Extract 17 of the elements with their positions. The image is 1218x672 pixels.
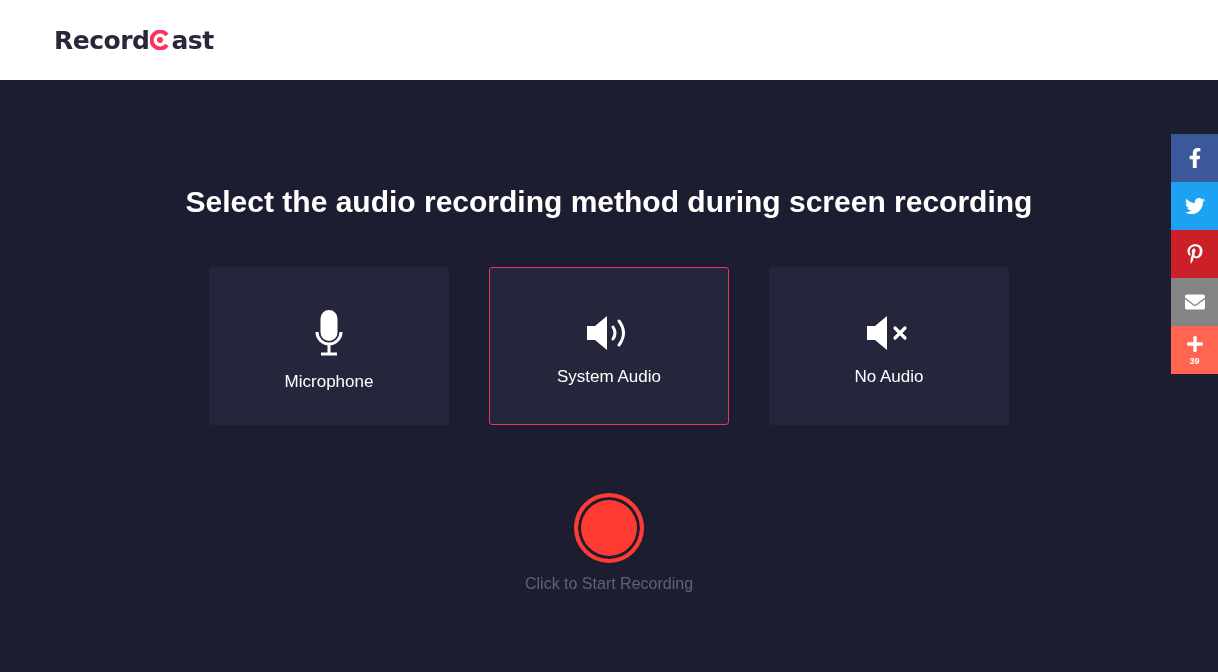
logo-icon	[150, 30, 171, 50]
share-button[interactable]	[1171, 278, 1218, 326]
email-icon	[1184, 292, 1205, 312]
audio-option-card[interactable]: Microphone	[209, 267, 449, 425]
microphone-icon	[314, 309, 344, 356]
audio-option-card[interactable]: No Audio	[769, 267, 1009, 425]
page-heading: Select the audio recording method during screen recording	[185, 185, 1033, 219]
share-button[interactable]	[1171, 182, 1218, 230]
record-caption: Click to Start Recording	[524, 575, 694, 593]
share-button[interactable]	[1171, 230, 1218, 278]
audio-option-card[interactable]: System Audio	[489, 267, 729, 425]
plus-icon	[1185, 334, 1204, 353]
share-count: 39	[1189, 355, 1200, 366]
twitter-icon	[1184, 196, 1205, 216]
share-button[interactable]	[1171, 134, 1218, 182]
logo-text: Record	[54, 25, 150, 55]
logo-text: ast	[171, 25, 214, 55]
